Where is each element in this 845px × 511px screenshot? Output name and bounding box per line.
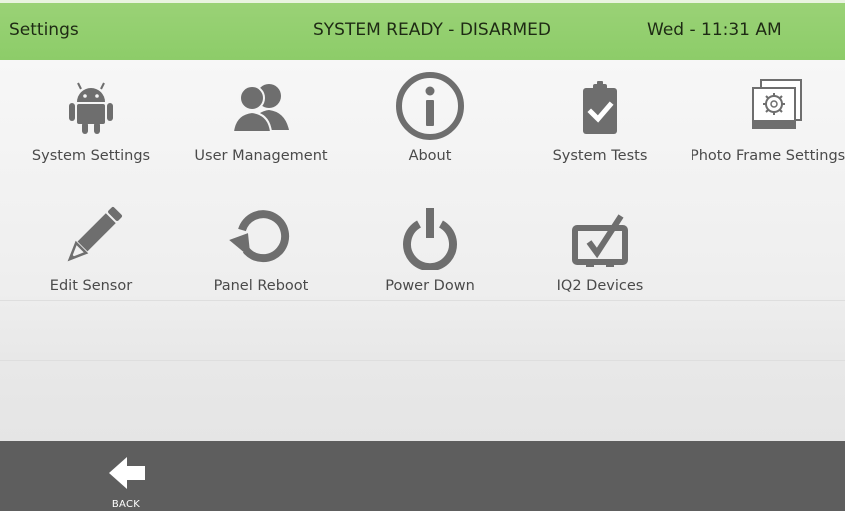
about-button[interactable]: About xyxy=(355,60,505,180)
reboot-icon xyxy=(229,210,290,263)
tile-label: Panel Reboot xyxy=(213,278,309,294)
navigation-bar: BACK xyxy=(0,441,845,511)
tile-label: System Tests xyxy=(552,148,648,164)
back-arrow-icon xyxy=(109,457,145,489)
power-icon xyxy=(403,208,457,270)
tablet-check-icon xyxy=(572,214,628,267)
datetime: Wed - 11:31 AM xyxy=(647,20,782,40)
iq2-devices-button[interactable]: IQ2 Devices xyxy=(525,190,675,310)
back-button[interactable]: BACK xyxy=(96,441,176,511)
system-settings-button[interactable]: System Settings xyxy=(16,60,166,180)
user-management-button[interactable]: User Management xyxy=(186,60,336,180)
panel-reboot-button[interactable]: Panel Reboot xyxy=(186,190,336,310)
tile-label: User Management xyxy=(194,148,328,164)
page-title: Settings xyxy=(9,20,79,40)
system-tests-button[interactable]: System Tests xyxy=(525,60,675,180)
divider xyxy=(0,360,845,361)
tile-label: Power Down xyxy=(385,278,475,294)
tile-label: IQ2 Devices xyxy=(556,278,644,294)
clipboard-check-icon xyxy=(583,81,617,134)
users-icon xyxy=(231,84,289,133)
tile-label: System Settings xyxy=(31,148,151,164)
status-bar: Settings SYSTEM READY - DISARMED Wed - 1… xyxy=(0,0,845,60)
back-label: BACK xyxy=(111,499,141,510)
tile-label: Edit Sensor xyxy=(49,278,133,294)
tile-label: About xyxy=(408,148,452,164)
power-down-button[interactable]: Power Down xyxy=(355,190,505,310)
edit-sensor-button[interactable]: Edit Sensor xyxy=(16,190,166,310)
pencil-icon xyxy=(67,207,122,262)
system-status: SYSTEM READY - DISARMED xyxy=(313,20,551,40)
tile-label: Photo Frame Settings xyxy=(692,148,845,164)
android-icon xyxy=(69,82,113,134)
settings-grid: System Settings User Management About Sy… xyxy=(0,60,845,441)
photo-frame-settings-button[interactable]: Photo Frame Settings xyxy=(692,60,845,180)
photo-frame-gear-icon xyxy=(751,79,802,129)
info-icon xyxy=(396,72,464,140)
